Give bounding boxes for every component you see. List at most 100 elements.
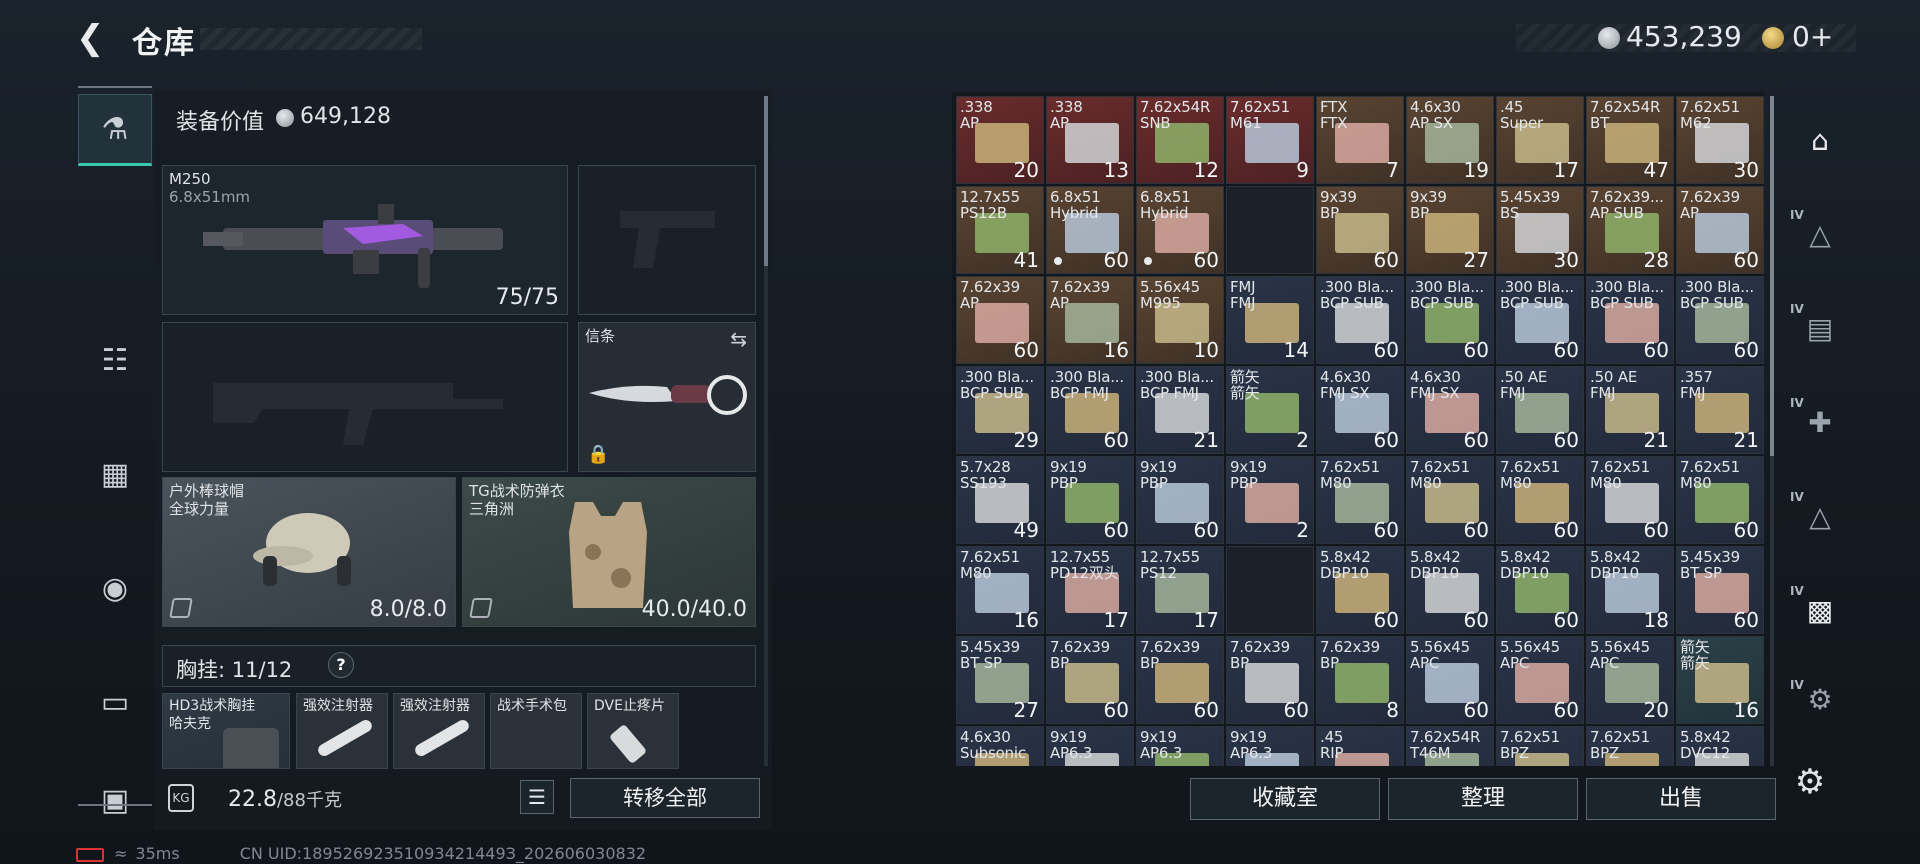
ammo-cell[interactable]: 7.62x39... AP SUB 28 xyxy=(1586,186,1674,274)
ammo-cell[interactable]: 4.6x30 AP SX 19 xyxy=(1406,96,1494,184)
ammo-cell[interactable]: 4.6x30 FMJ SX 60 xyxy=(1316,366,1404,454)
clipboard-icon[interactable]: ▭ xyxy=(78,666,152,738)
ammo-cell[interactable]: 5.45x39 BS 30 xyxy=(1496,186,1584,274)
ammo-cell[interactable]: 7.62x39 BP 60 xyxy=(1136,636,1224,724)
ammo-cell[interactable]: .300 Bla... BCP SUB 29 xyxy=(956,366,1044,454)
ammo-cell[interactable]: 9x19 AP6.3 xyxy=(1226,726,1314,766)
ammo-cell[interactable]: 7.62x51 BPZ xyxy=(1496,726,1584,766)
ammo-cell[interactable]: 5.8x42 DBP10 60 xyxy=(1316,546,1404,634)
ammo-cell[interactable]: 5.56x45 M995 10 xyxy=(1136,276,1224,364)
ammo-cell[interactable]: 7.62x51 M80 60 xyxy=(1406,456,1494,544)
ammo-cell[interactable]: 5.8x42 DBP10 60 xyxy=(1406,546,1494,634)
equipment-scrollbar-thumb[interactable] xyxy=(764,96,768,266)
chest-item-slot[interactable]: DVE止疼片 xyxy=(587,693,679,769)
list-view-button[interactable]: ☰ xyxy=(520,780,554,814)
helmet-slot[interactable]: 户外棒球帽 全球力量 8.0/8.0 xyxy=(162,477,456,627)
ammo-cell[interactable]: 7.62x39 BP 60 xyxy=(1046,636,1134,724)
ammo-cell[interactable]: .50 AE FMJ 60 xyxy=(1496,366,1584,454)
ammo-cell[interactable]: 9x39 BP 27 xyxy=(1406,186,1494,274)
ammo-cell[interactable]: 7.62x51 M80 60 xyxy=(1586,456,1674,544)
ammo-cell[interactable]: 9x19 PBP 60 xyxy=(1136,456,1224,544)
ammo-cell[interactable]: 7.62x39 AP 60 xyxy=(1676,186,1764,274)
warehouse-scrollbar-thumb[interactable] xyxy=(1770,96,1774,456)
ammo-cell[interactable]: 7.62x54R SNB 12 xyxy=(1136,96,1224,184)
chest-rig-slot[interactable]: HD3战术胸挂 哈夫克 xyxy=(162,693,290,769)
ammo-cell[interactable]: 9x39 BP 60 xyxy=(1316,186,1404,274)
ammo-cell[interactable]: 5.8x42 DBP10 18 xyxy=(1586,546,1674,634)
chest-item-slot[interactable]: 战术手术包 xyxy=(490,693,582,769)
ammo-cell[interactable]: 7.62x51 M62 30 xyxy=(1676,96,1764,184)
ammo-cell[interactable]: 5.45x39 BT SP 27 xyxy=(956,636,1044,724)
ammo-cell[interactable]: 12.7x55 PD12双头 17 xyxy=(1046,546,1134,634)
ammo-cell[interactable]: .300 Bla... BCP FMJ 60 xyxy=(1046,366,1134,454)
ammo-cell[interactable]: 7.62x51 M80 60 xyxy=(1316,456,1404,544)
ammo-cell[interactable]: .50 AE FMJ 21 xyxy=(1586,366,1674,454)
bag-icon[interactable]: ◉ xyxy=(78,552,152,624)
melee-slot[interactable]: 信条 ⇆ 🔒 xyxy=(578,322,756,472)
ammo-cell[interactable]: .338 AP 20 xyxy=(956,96,1044,184)
ammo-cell[interactable]: 4.6x30 Subsonic xyxy=(956,726,1044,766)
transfer-all-button[interactable]: 转移全部 xyxy=(570,778,760,818)
sell-button[interactable]: 出售 xyxy=(1586,778,1776,820)
tool-bench-icon[interactable]: IV ⚙ xyxy=(1778,664,1862,734)
ammo-cell[interactable]: .300 Bla... BCP SUB 60 xyxy=(1496,276,1584,364)
ammo-cell[interactable]: .300 Bla... BCP SUB 60 xyxy=(1676,276,1764,364)
ammo-cell[interactable]: 5.56x45 APC 60 xyxy=(1406,636,1494,724)
ammo-cell[interactable]: 7.62x39 AP 16 xyxy=(1046,276,1134,364)
ammo-cell[interactable]: .300 Bla... BCP SUB 60 xyxy=(1586,276,1674,364)
ticket-amount[interactable]: 0+ xyxy=(1792,20,1833,53)
ammo-cell[interactable]: 5.56x45 APC 20 xyxy=(1586,636,1674,724)
ammo-cell[interactable]: 12.7x55 PS12B 41 xyxy=(956,186,1044,274)
ammo-cell[interactable]: 7.62x51 M80 60 xyxy=(1496,456,1584,544)
help-icon[interactable]: ? xyxy=(328,652,354,678)
armor-bench-icon[interactable]: IV △ xyxy=(1778,476,1862,556)
ammo-cell[interactable]: 9x19 PBP 2 xyxy=(1226,456,1314,544)
warning-storage-icon[interactable]: IV △ xyxy=(1778,194,1862,274)
primary-weapon-slot[interactable]: M250 6.8x51mm 75/75 xyxy=(162,165,568,315)
ammo-cell[interactable]: 7.62x51 M80 16 xyxy=(956,546,1044,634)
ammo-cell[interactable]: .45 Super 17 xyxy=(1496,96,1584,184)
backpack-rig-icon[interactable]: ▦ xyxy=(78,438,152,510)
armor-icon[interactable]: ☷ xyxy=(78,324,152,396)
ammo-cell[interactable]: .300 Bla... BCP SUB 60 xyxy=(1316,276,1404,364)
ammo-cell[interactable]: .45 RIP xyxy=(1316,726,1404,766)
storage-icon[interactable]: IV ▩ xyxy=(1778,570,1862,650)
ammo-cell[interactable]: 箭矢 箭矢 2 xyxy=(1226,366,1314,454)
ammo-cell[interactable]: .300 Bla... BCP SUB 60 xyxy=(1406,276,1494,364)
ammo-cell[interactable]: 4.6x30 FMJ SX 60 xyxy=(1406,366,1494,454)
ammo-cell[interactable]: 6.8x51 Hybrid 60 xyxy=(1046,186,1134,274)
ammo-cell[interactable]: 5.8x42 DVC12 xyxy=(1676,726,1764,766)
ammo-cell[interactable]: 7.62x39 BP 60 xyxy=(1226,636,1314,724)
ammo-cell[interactable]: 7.62x51 M61 9 xyxy=(1226,96,1314,184)
chest-item-slot[interactable]: 强效注射器 xyxy=(393,693,485,769)
ammo-cell[interactable]: 12.7x55 PS12 17 xyxy=(1136,546,1224,634)
gear-icon[interactable]: ⚙ xyxy=(1790,762,1830,802)
vault-icon[interactable]: ⌂ xyxy=(1778,100,1862,180)
ammo-cell[interactable]: 7.62x51 M80 60 xyxy=(1676,456,1764,544)
back-button[interactable]: ❮ xyxy=(76,18,116,58)
ammo-cell[interactable]: 9x19 AP6.3 xyxy=(1046,726,1134,766)
ammo-cell[interactable]: 7.62x54R T46M xyxy=(1406,726,1494,766)
ammo-cell[interactable]: FTX FTX 7 xyxy=(1316,96,1404,184)
ammo-cell[interactable]: .338 AP 13 xyxy=(1046,96,1134,184)
chest-item-slot[interactable]: 强效注射器 xyxy=(296,693,388,769)
weapon-icon[interactable]: ⚗ xyxy=(78,94,152,166)
secondary-primary-slot[interactable] xyxy=(162,322,568,472)
ammo-cell[interactable]: 5.8x42 DBP10 60 xyxy=(1496,546,1584,634)
secondary-weapon-slot[interactable] xyxy=(578,165,756,315)
ammo-cell[interactable]: 9x19 PBP 60 xyxy=(1046,456,1134,544)
empty-cell[interactable] xyxy=(1226,186,1314,274)
swap-icon[interactable]: ⇆ xyxy=(730,327,747,351)
armor-slot[interactable]: TG战术防弹衣 三角洲 40.0/40.0 xyxy=(462,477,756,627)
organize-button[interactable]: 整理 xyxy=(1388,778,1578,820)
ammo-cell[interactable]: 7.62x54R BT 47 xyxy=(1586,96,1674,184)
ammo-cell[interactable]: 5.56x45 APC 60 xyxy=(1496,636,1584,724)
ammo-cell[interactable]: 7.62x51 BPZ xyxy=(1586,726,1674,766)
toolbox-icon[interactable]: ▣ xyxy=(78,780,152,820)
ammo-cell[interactable]: 7.62x39 AP 60 xyxy=(956,276,1044,364)
weapon-bench-icon[interactable]: IV ▤ xyxy=(1778,288,1862,368)
ammo-cell[interactable]: 9x19 AP6.3 xyxy=(1136,726,1224,766)
ammo-cell[interactable]: 箭矢 箭矢 16 xyxy=(1676,636,1764,724)
ammo-cell[interactable]: 7.62x39 BP 8 xyxy=(1316,636,1404,724)
medical-station-icon[interactable]: IV ✚ xyxy=(1778,382,1862,462)
